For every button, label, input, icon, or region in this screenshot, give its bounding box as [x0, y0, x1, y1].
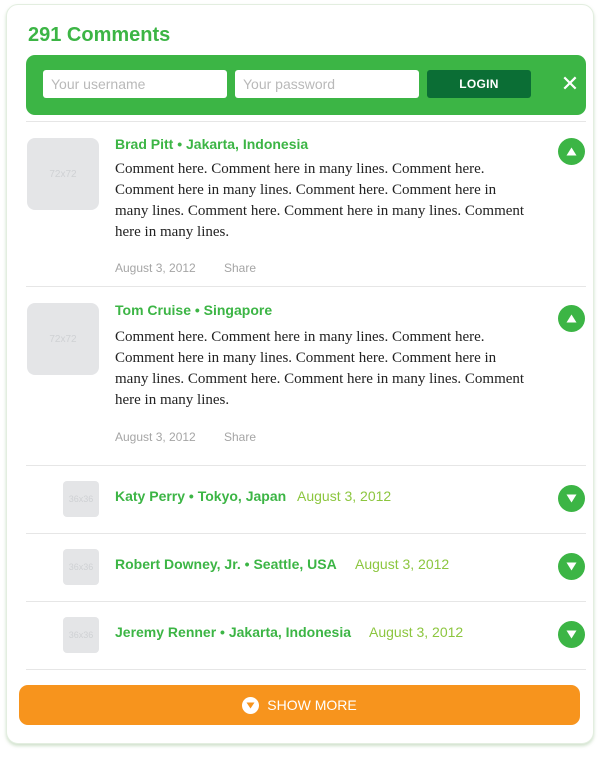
avatar: 36x36	[63, 549, 99, 585]
comment-author: Brad Pitt • Jakarta, Indonesia	[115, 136, 309, 152]
username-input[interactable]	[43, 70, 227, 98]
divider	[26, 121, 586, 122]
chevron-up-icon[interactable]	[558, 305, 585, 332]
avatar: 72x72	[27, 303, 99, 375]
avatar: 36x36	[63, 481, 99, 517]
chevron-down-icon[interactable]	[558, 485, 585, 512]
divider	[26, 601, 586, 602]
chevron-up-icon[interactable]	[558, 138, 585, 165]
comment-date: August 3, 2012	[369, 624, 464, 640]
avatar: 72x72	[27, 138, 99, 210]
comments-count-title: 291 Comments	[28, 24, 171, 46]
comment-author: Jeremy Renner • Jakarta, Indonesia	[115, 624, 352, 640]
divider	[26, 465, 586, 466]
comment-date: August 3, 2012	[355, 556, 450, 572]
login-bar: LOGIN ✕	[26, 55, 586, 115]
share-link[interactable]: Share	[224, 430, 256, 444]
comment-body: Comment here. Comment here in many lines…	[115, 329, 525, 408]
password-input[interactable]	[235, 70, 419, 98]
comment-author: Robert Downey, Jr. • Seattle, USA	[115, 556, 337, 572]
comments-panel: 291 Comments LOGIN ✕ 72x72 Brad Pitt • J…	[6, 4, 594, 744]
show-more-button[interactable]: SHOW MORE	[19, 685, 580, 725]
comment-date: August 3, 2012	[115, 430, 196, 444]
comment-date: August 3, 2012	[115, 261, 196, 275]
chevron-down-icon[interactable]	[558, 553, 585, 580]
chevron-down-icon	[242, 696, 260, 714]
divider	[26, 669, 586, 670]
comment-author: Katy Perry • Tokyo, Japan	[115, 488, 287, 504]
share-link[interactable]: Share	[224, 261, 256, 275]
comment-body: Comment here. Comment here in many lines…	[115, 161, 525, 240]
comment-author: Tom Cruise • Singapore	[115, 302, 273, 318]
chevron-down-icon[interactable]	[558, 621, 585, 648]
divider	[26, 533, 586, 534]
divider	[26, 286, 586, 287]
avatar: 36x36	[63, 617, 99, 653]
show-more-label: SHOW MORE	[267, 697, 357, 713]
login-button[interactable]: LOGIN	[427, 70, 531, 98]
close-icon[interactable]: ✕	[559, 73, 581, 95]
comment-date: August 3, 2012	[297, 488, 392, 504]
